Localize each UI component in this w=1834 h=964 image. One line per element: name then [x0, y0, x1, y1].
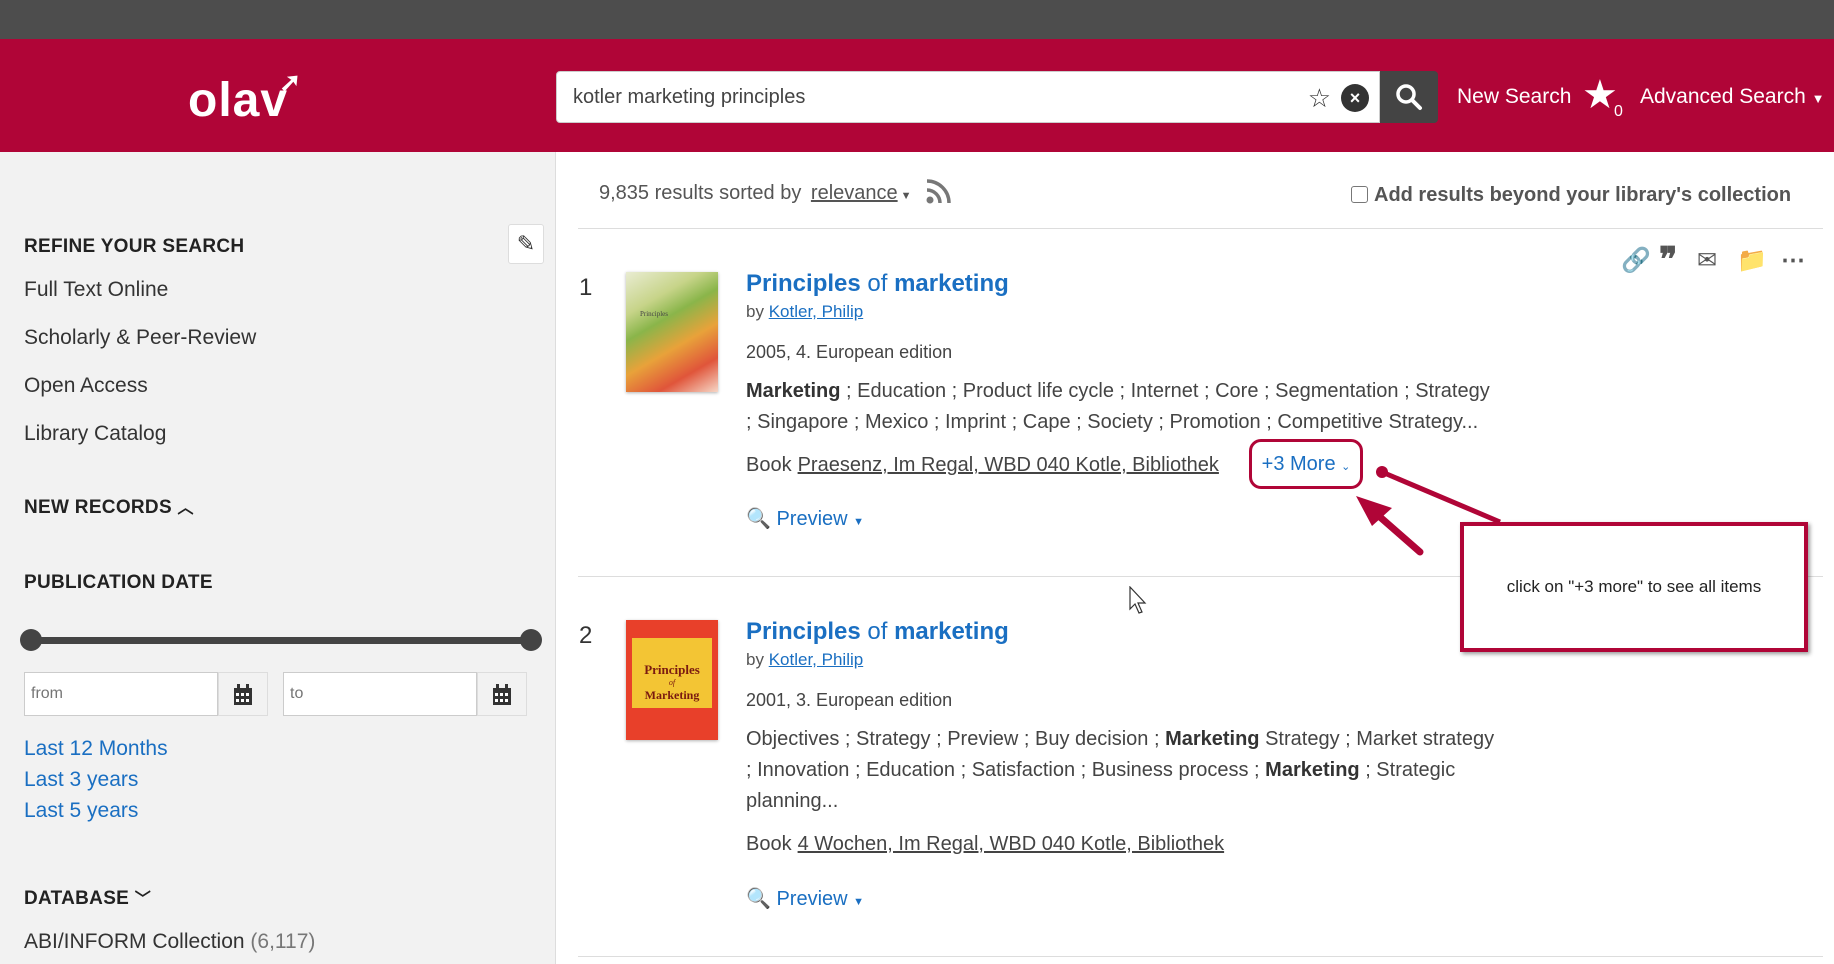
- cover-of-text: of: [668, 678, 676, 687]
- email-icon[interactable]: ✉: [1697, 246, 1717, 275]
- author-link[interactable]: Kotler, Philip: [769, 302, 864, 321]
- record-availability: Book Praesenz, Im Regal, WBD 040 Kotle, B…: [746, 454, 1219, 476]
- record-number: 1: [579, 274, 593, 301]
- annotation-callout: click on "+3 more" to see all items: [1460, 522, 1808, 652]
- pencil-icon: ✎: [516, 231, 536, 256]
- publication-date-heading: PUBLICATION DATE: [24, 572, 213, 593]
- refine-scholarly[interactable]: Scholarly & Peer-Review: [24, 326, 256, 350]
- olav-logo[interactable]: olav ➚: [188, 67, 301, 128]
- refine-sidebar: REFINE YOUR SEARCH ✎ Full Text Online Sc…: [0, 152, 553, 964]
- record-edition: 2005, 4. European edition: [746, 342, 953, 362]
- refine-open-access[interactable]: Open Access: [24, 374, 148, 398]
- caret-down-icon: ▼: [853, 896, 865, 908]
- more-options-icon[interactable]: ⋯: [1781, 246, 1805, 275]
- cover-title-text: Principles: [644, 662, 700, 677]
- caret-down-icon: ▼: [897, 190, 912, 202]
- beyond-collection-checkbox[interactable]: Add results beyond your library's collec…: [1351, 184, 1791, 207]
- record-title[interactable]: Principles of marketing: [746, 618, 1009, 646]
- more-items-button[interactable]: +3 More ⌄: [1249, 439, 1363, 489]
- site-header: olav➚ ☆ × New Search ★ 0 Advanced Search…: [0, 39, 1834, 152]
- record-number: 2: [579, 622, 593, 649]
- folder-add-icon[interactable]: 📁: [1737, 246, 1767, 275]
- search-button[interactable]: [1380, 71, 1438, 123]
- to-calendar-button[interactable]: [477, 672, 527, 716]
- last-5-years-link[interactable]: Last 5 years: [24, 799, 138, 823]
- date-slider-min-handle[interactable]: [20, 629, 42, 651]
- browser-top-bar: [0, 0, 1834, 39]
- record-subjects: Marketing ; Education ; Product life cyc…: [746, 380, 1490, 433]
- location-link[interactable]: 4 Wochen, Im Regal, WBD 040 Kotle, Bibli…: [798, 833, 1225, 855]
- record-author: by Kotler, Philip: [746, 650, 864, 669]
- chevron-down-icon: ﹀: [134, 891, 152, 908]
- last-3-years-link[interactable]: Last 3 years: [24, 768, 138, 792]
- database-item[interactable]: ABI/INFORM Collection (6,117): [24, 930, 315, 954]
- record-availability: Book 4 Wochen, Im Regal, WBD 040 Kotle, B…: [746, 833, 1225, 855]
- search-box: ☆ ×: [556, 71, 1380, 123]
- search-input[interactable]: [573, 72, 1293, 122]
- last-12-months-link[interactable]: Last 12 Months: [24, 737, 168, 761]
- new-records-toggle[interactable]: NEW RECORDS ︿: [24, 494, 194, 519]
- refine-full-text-online[interactable]: Full Text Online: [24, 278, 168, 302]
- divider: [578, 956, 1823, 957]
- rss-icon[interactable]: [926, 178, 952, 204]
- from-calendar-button[interactable]: [218, 672, 268, 716]
- author-link[interactable]: Kotler, Philip: [769, 650, 864, 669]
- record-edition: 2001, 3. European edition: [746, 690, 953, 710]
- favorites-count: 0: [1614, 103, 1623, 120]
- permalink-icon[interactable]: 🔗: [1621, 246, 1651, 275]
- clear-search-icon[interactable]: ×: [1341, 84, 1369, 112]
- zoom-icon: 🔍: [746, 508, 771, 530]
- record-title[interactable]: Principles of marketing: [746, 270, 1009, 298]
- search-icon: [1396, 84, 1422, 110]
- mouse-cursor-icon: [1129, 586, 1147, 614]
- chevron-up-icon: ︿: [177, 500, 194, 517]
- cover-marketing-text: Marketing: [644, 688, 700, 702]
- checkbox[interactable]: [1351, 186, 1368, 203]
- book-cover-thumbnail[interactable]: Principles: [626, 272, 718, 392]
- preview-button[interactable]: 🔍 Preview ▼: [746, 506, 864, 531]
- sort-relevance-dropdown[interactable]: relevance: [811, 182, 898, 204]
- cite-quote-icon[interactable]: ❞: [1659, 240, 1677, 280]
- database-toggle[interactable]: DATABASE ﹀: [24, 885, 151, 910]
- cover-text: Principles: [640, 310, 668, 318]
- calendar-icon: [493, 684, 511, 705]
- results-summary: 9,835 results sorted by relevance ▼: [599, 182, 912, 204]
- date-slider-track[interactable]: [30, 637, 530, 644]
- location-link[interactable]: Praesenz, Im Regal, WBD 040 Kotle, Bibli…: [798, 454, 1219, 476]
- logo-arrow-icon: ➚: [279, 67, 303, 97]
- preview-button[interactable]: 🔍 Preview ▼: [746, 886, 864, 911]
- record-author: by Kotler, Philip: [746, 302, 864, 321]
- advanced-search-link[interactable]: Advanced Search ▼: [1640, 85, 1825, 109]
- star-icon[interactable]: ☆: [1308, 83, 1331, 114]
- refine-library-catalog[interactable]: Library Catalog: [24, 422, 166, 446]
- record-subjects: Objectives ; Strategy ; Preview ; Buy de…: [746, 728, 1495, 812]
- date-from-input[interactable]: [24, 672, 218, 716]
- caret-down-icon: ▼: [853, 516, 865, 528]
- favorites-star-icon[interactable]: ★: [1582, 75, 1618, 115]
- calendar-icon: [234, 684, 252, 705]
- zoom-icon: 🔍: [746, 888, 771, 910]
- record-actions: 🔗 ❞ ✉ 📁 ⋯: [1621, 241, 1821, 282]
- chevron-down-icon: ⌄: [1341, 461, 1351, 473]
- book-cover-thumbnail[interactable]: Principles of Marketing: [626, 620, 718, 740]
- date-slider-max-handle[interactable]: [520, 629, 542, 651]
- new-search-link[interactable]: New Search: [1457, 85, 1571, 109]
- divider: [578, 228, 1823, 229]
- edit-pencil-button[interactable]: ✎: [508, 224, 544, 264]
- date-to-input[interactable]: [283, 672, 477, 716]
- caret-down-icon: ▼: [1811, 91, 1825, 106]
- refine-heading: REFINE YOUR SEARCH: [24, 236, 245, 257]
